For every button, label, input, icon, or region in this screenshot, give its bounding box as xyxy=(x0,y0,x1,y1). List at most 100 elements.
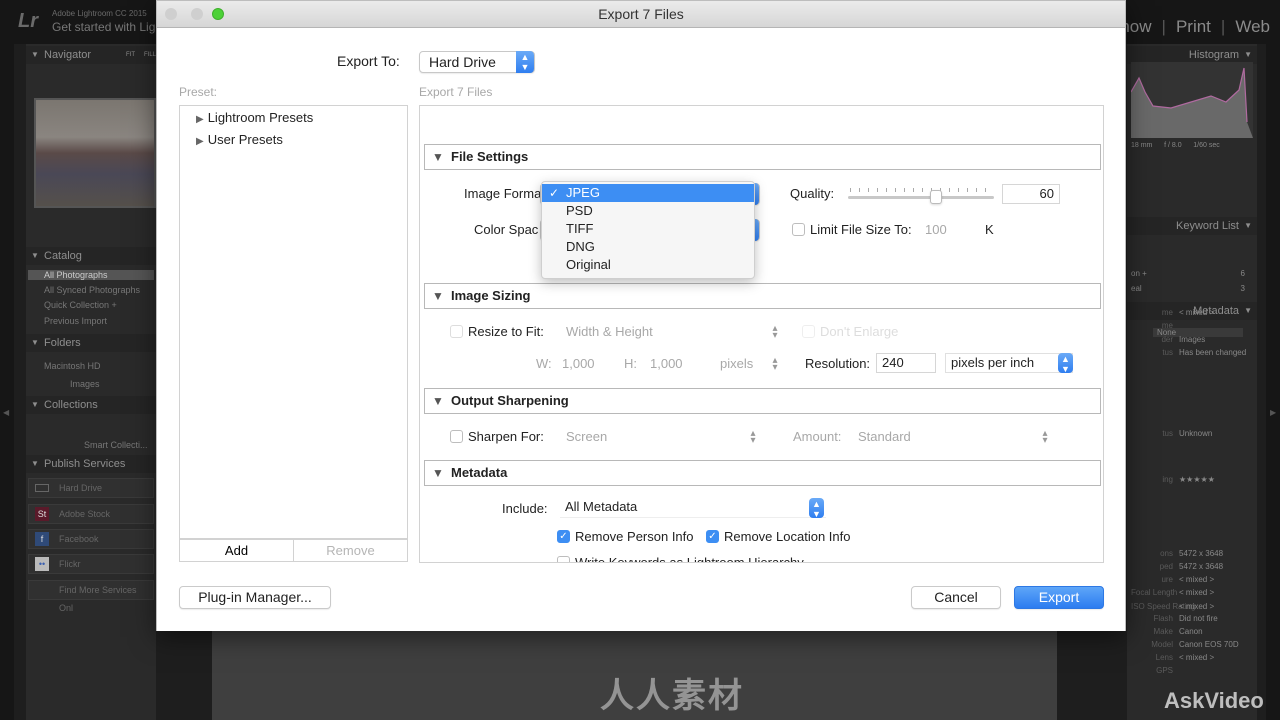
histogram-title: Histogram xyxy=(1188,49,1239,61)
quality-slider-thumb[interactable] xyxy=(929,190,942,204)
remove-preset-button[interactable]: Remove xyxy=(293,540,407,561)
keyword-row[interactable]: eal 3 xyxy=(1131,284,1253,293)
quality-input[interactable]: 60 xyxy=(1002,184,1060,204)
zoom-window-button[interactable] xyxy=(212,8,224,20)
metadata-key: Make xyxy=(1153,627,1173,636)
quality-slider-track[interactable] xyxy=(848,196,994,199)
resize-to-fit-checkbox[interactable] xyxy=(450,325,463,338)
output-sharpening-header[interactable]: ▼ Output Sharpening xyxy=(424,388,1101,414)
format-option-tiff[interactable]: TIFF xyxy=(542,220,754,238)
preset-folder-lightroom[interactable]: ▶ Lightroom Presets xyxy=(196,110,313,125)
resolution-unit-select[interactable]: pixels per inch xyxy=(945,353,1073,373)
metadata-key: ing xyxy=(1162,475,1173,484)
find-more-services-button[interactable]: Find More Services Onl xyxy=(28,580,154,613)
preset-folder-label: Lightroom Presets xyxy=(207,110,314,125)
image-format-label: Image Forma xyxy=(464,186,542,201)
export-settings-panel: ▼ File Settings Image Forma ▲▼ Color Spac… xyxy=(419,105,1104,563)
publish-service-flickr[interactable]: •• Flickr xyxy=(28,554,154,574)
amount-select[interactable]: Standard xyxy=(858,429,911,444)
format-option-label: TIFF xyxy=(566,221,594,236)
color-space-label: Color Spac xyxy=(474,222,539,237)
close-window-button[interactable] xyxy=(165,8,177,20)
keyword-list-header[interactable]: Keyword List ▼ xyxy=(1127,217,1257,235)
publish-service-facebook[interactable]: f Facebook xyxy=(28,529,154,549)
sharpen-for-checkbox[interactable] xyxy=(450,430,463,443)
navigator-fit[interactable]: FIT xyxy=(126,46,135,64)
aperture: f / 8.0 xyxy=(1164,142,1182,149)
module-print[interactable]: Print xyxy=(1176,17,1211,37)
export-count-label: Export 7 Files xyxy=(419,85,493,99)
height-label: H: xyxy=(624,356,637,371)
right-panel-toggle[interactable]: ▶ xyxy=(1266,44,1280,720)
format-option-psd[interactable]: PSD xyxy=(542,202,754,220)
histogram-graph xyxy=(1130,62,1253,138)
include-value: All Metadata xyxy=(565,499,638,514)
collapse-triangle-icon: ▼ xyxy=(31,338,39,347)
publish-services-header[interactable]: ▼ Publish Services xyxy=(26,455,156,473)
remove-person-info-checkbox[interactable]: ✓ xyxy=(557,530,570,543)
publish-service-adobe-stock[interactable]: St Adobe Stock xyxy=(28,504,154,524)
collapse-triangle-icon: ▼ xyxy=(1244,221,1252,230)
metadata-row: tus Has been changed xyxy=(1131,348,1253,357)
metadata-row: GPS xyxy=(1131,666,1253,675)
resize-to-fit-label: Resize to Fit: xyxy=(468,324,544,339)
metadata-section-header[interactable]: ▼ Metadata xyxy=(424,460,1101,486)
catalog-item[interactable]: Previous Import xyxy=(44,316,107,326)
limit-file-size-input[interactable]: 100 xyxy=(925,222,947,237)
metadata-key: Focal Length xyxy=(1131,588,1178,597)
size-unit-select[interactable]: pixels xyxy=(720,356,753,371)
sharpen-for-select[interactable]: Screen xyxy=(566,429,607,444)
limit-file-size-checkbox[interactable] xyxy=(792,223,805,236)
updown-icon: ▲▼ xyxy=(516,51,534,73)
module-web[interactable]: Web xyxy=(1235,17,1270,37)
collection-item[interactable]: Smart Collecti... xyxy=(84,440,148,450)
folders-header[interactable]: ▼ Folders xyxy=(26,334,156,352)
updown-icon: ▴ ▾ xyxy=(772,323,778,341)
volume-item[interactable]: Macintosh HD xyxy=(44,361,101,371)
left-panel-toggle[interactable]: ◀ xyxy=(0,44,14,720)
include-select[interactable]: All Metadata xyxy=(560,498,826,518)
catalog-item[interactable]: Quick Collection + xyxy=(44,300,117,310)
disclosure-triangle-icon: ▶ xyxy=(196,114,204,125)
collections-title: Collections xyxy=(44,399,98,411)
focal-length: 18 mm xyxy=(1131,142,1153,149)
file-settings-header[interactable]: ▼ File Settings xyxy=(424,144,1101,170)
format-option-original[interactable]: Original xyxy=(542,256,754,274)
image-sizing-header[interactable]: ▼ Image Sizing xyxy=(424,283,1101,309)
metadata-row: ons 5472 x 3648 xyxy=(1131,549,1253,558)
publish-service-hard-drive[interactable]: Hard Drive xyxy=(28,478,154,498)
format-option-dng[interactable]: DNG xyxy=(542,238,754,256)
preset-buttons: Add Remove xyxy=(179,539,408,562)
navigator-preview[interactable] xyxy=(34,98,156,208)
keyword-row[interactable]: on + 6 xyxy=(1131,269,1253,278)
write-keywords-checkbox[interactable] xyxy=(557,556,570,562)
navigator-header[interactable]: ▼ Navigator FIT FILL xyxy=(26,46,156,64)
cancel-button[interactable]: Cancel xyxy=(911,586,1001,609)
export-to-select[interactable]: Hard Drive ▲ ▼ xyxy=(419,51,535,73)
export-button[interactable]: Export xyxy=(1014,586,1104,609)
limit-file-size-unit: K xyxy=(985,222,994,237)
add-preset-button[interactable]: Add xyxy=(180,540,293,561)
keyword-list-title: Keyword List xyxy=(1176,220,1239,232)
metadata-key: GPS xyxy=(1156,666,1173,675)
collections-header[interactable]: ▼ Collections xyxy=(26,396,156,414)
plugin-manager-button[interactable]: Plug-in Manager... xyxy=(179,586,331,609)
collapse-left-icon: ◀ xyxy=(3,408,10,417)
preset-folder-user[interactable]: ▶ User Presets xyxy=(196,132,283,147)
height-input[interactable]: 1,000 xyxy=(650,356,683,371)
resolution-unit-value: pixels per inch xyxy=(951,355,1035,370)
metadata-key: ure xyxy=(1161,575,1173,584)
resize-mode-select[interactable]: Width & Height xyxy=(566,324,653,339)
catalog-header[interactable]: ▼ Catalog xyxy=(26,247,156,265)
resolution-input[interactable]: 240 xyxy=(876,353,936,373)
folder-item[interactable]: Images xyxy=(70,379,100,389)
remove-location-info-checkbox[interactable]: ✓ xyxy=(706,530,719,543)
dont-enlarge-checkbox[interactable] xyxy=(802,325,815,338)
width-input[interactable]: 1,000 xyxy=(562,356,595,371)
catalog-item[interactable]: All Synced Photographs xyxy=(44,285,140,295)
minimize-window-button[interactable] xyxy=(191,8,203,20)
navigator-fill[interactable]: FILL xyxy=(144,46,156,64)
updown-icon: ▲▼ xyxy=(809,498,824,519)
format-option-jpeg[interactable]: ✓ JPEG xyxy=(542,184,754,202)
catalog-item[interactable]: All Photographs xyxy=(28,270,154,280)
